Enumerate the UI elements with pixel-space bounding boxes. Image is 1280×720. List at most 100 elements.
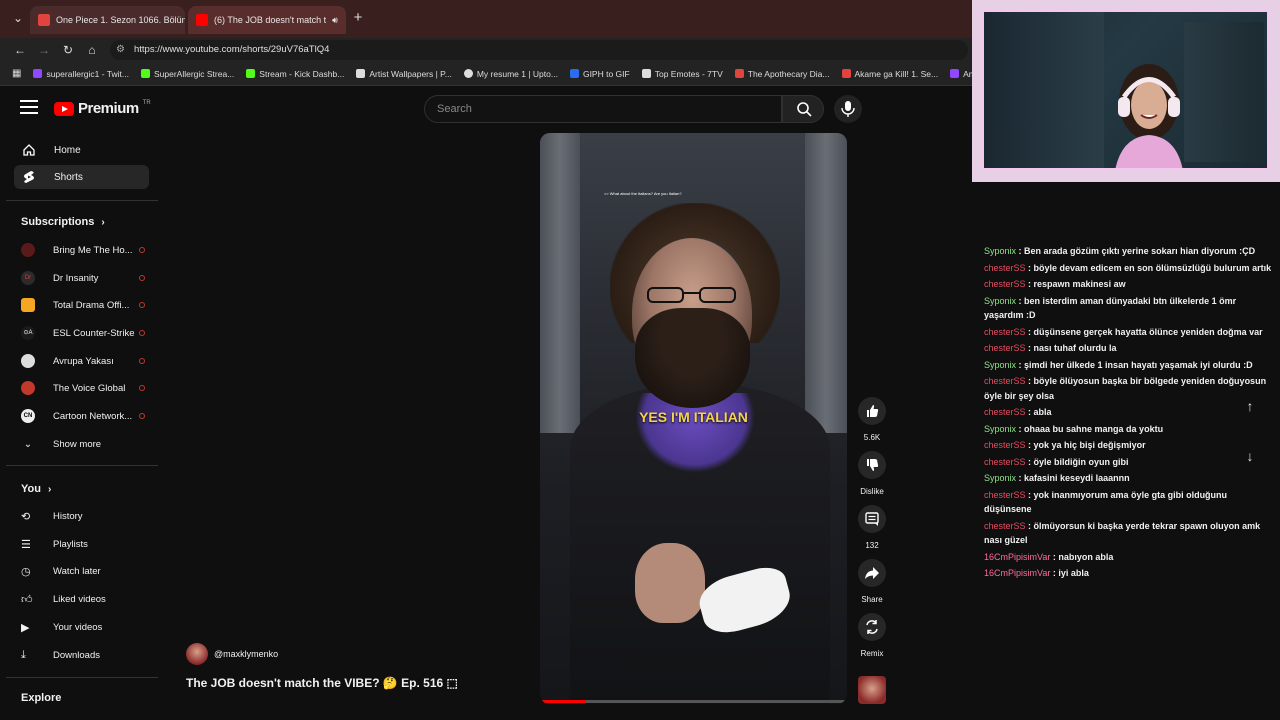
bookmark-label: Amuse	[963, 68, 972, 79]
audio-icon[interactable]: 🔊︎	[332, 15, 338, 26]
scroll-up-icon[interactable]: ↑	[1240, 398, 1260, 418]
comments-button[interactable]	[858, 505, 886, 533]
subscriptions-title: Subscriptions	[21, 216, 95, 228]
scroll-down-icon[interactable]: ↓	[1240, 448, 1260, 468]
url-text: https://www.youtube.com/shorts/29uV76aTl…	[134, 44, 330, 55]
bookmark-label: Stream - Kick Dashb...	[259, 68, 345, 79]
chat-username[interactable]: chesterSS	[984, 263, 1026, 273]
subscription-label: The Voice Global	[53, 382, 126, 394]
menu-icon[interactable]	[20, 100, 38, 116]
subscription-item[interactable]: The Voice Global	[21, 378, 145, 398]
remix-button[interactable]	[858, 613, 886, 641]
search-button[interactable]	[782, 95, 824, 123]
channel-handle[interactable]: @maxklymenko	[214, 649, 278, 659]
chat-username[interactable]: chesterSS	[984, 521, 1026, 531]
channel-info[interactable]: @maxklymenko	[186, 643, 278, 665]
sidebar-item-label: Downloads	[53, 649, 100, 661]
bookmark-item[interactable]: My resume 1 | Upto...	[463, 69, 558, 79]
chat-username[interactable]: chesterSS	[984, 440, 1026, 450]
sidebar-divider	[6, 677, 158, 678]
home-page-icon[interactable]: ⌂	[84, 42, 100, 58]
browser-tab-one-piece[interactable]: One Piece 1. Sezon 1066. Bölüm ✕	[30, 6, 185, 34]
like-button[interactable]	[858, 397, 886, 425]
search-input[interactable]: Search	[424, 95, 782, 123]
chat-username[interactable]: Syponix	[984, 360, 1016, 370]
forward-icon[interactable]: →	[36, 42, 52, 58]
chat-username[interactable]: 16CmPipisimVar	[984, 552, 1050, 562]
youtube-logo[interactable]: Premium TR	[54, 100, 151, 117]
bookmark-item[interactable]: Stream - Kick Dashb...	[246, 69, 344, 79]
subscription-item[interactable]: Dr Dr Insanity	[21, 268, 145, 288]
subscriptions-heading[interactable]: Subscriptions ›	[21, 216, 105, 228]
url-input[interactable]: ⚙ https://www.youtube.com/shorts/29uV76a…	[110, 40, 968, 60]
live-indicator-icon	[139, 247, 145, 253]
tab-search-icon[interactable]: ⌄	[10, 10, 26, 26]
chat-text: : abla	[1025, 407, 1052, 417]
sidebar-item-liked-videos[interactable]: 👍︎ Liked videos	[21, 589, 145, 609]
subscription-label: ESL Counter-Strike	[53, 327, 135, 339]
bookmark-item[interactable]: Top Emotes - 7TV	[641, 69, 723, 79]
sidebar-item-home[interactable]: Home	[14, 138, 149, 162]
bookmark-item[interactable]: Akame ga Kill! 1. Se...	[841, 69, 938, 79]
bookmark-label: SuperAllergic Strea...	[153, 68, 235, 79]
channel-avatar[interactable]	[186, 643, 208, 665]
liked-icon: 👍︎	[21, 593, 33, 606]
video-progress-bar[interactable]	[540, 700, 847, 703]
chat-username[interactable]: 16CmPipisimVar	[984, 568, 1050, 578]
shorts-video-player[interactable]: >> What about the Italians? Are you Ital…	[540, 133, 847, 704]
chat-username[interactable]: Syponix	[984, 424, 1016, 434]
bookmark-label: The Apothecary Dia...	[747, 68, 830, 79]
history-icon: ⟲	[21, 510, 31, 523]
chat-username[interactable]: Syponix	[984, 246, 1016, 256]
sound-thumbnail[interactable]	[858, 676, 886, 704]
reload-icon[interactable]: ↻	[60, 42, 76, 58]
sidebar-item-shorts[interactable]: Shorts	[14, 165, 149, 189]
bookmark-item[interactable]: SuperAllergic Strea...	[140, 68, 235, 79]
sidebar-item-history[interactable]: ⟲ History	[21, 506, 145, 526]
sidebar-item-watch-later[interactable]: ◷ Watch later	[21, 561, 145, 581]
subscription-item[interactable]: ⊙A ESL Counter-Strike	[21, 323, 145, 343]
chat-username[interactable]: chesterSS	[984, 343, 1026, 353]
voice-search-button[interactable]	[834, 95, 862, 123]
subscription-item[interactable]: Total Drama Offi...	[21, 295, 145, 315]
subscription-item[interactable]: Avrupa Yakası	[21, 351, 145, 371]
bookmark-item[interactable]: GIPH to GIF	[569, 69, 630, 79]
subscription-item[interactable]: CN Cartoon Network...	[21, 406, 145, 426]
new-tab-button[interactable]: +	[350, 10, 366, 26]
bookmark-item[interactable]: Artist Wallpapers | P...	[356, 69, 452, 79]
share-button[interactable]	[858, 559, 886, 587]
chat-username[interactable]: chesterSS	[984, 490, 1026, 500]
bookmarks-bar: ▦ superallergic1 - Twit... SuperAllergic…	[0, 62, 972, 86]
site-info-icon[interactable]: ⚙	[116, 40, 125, 60]
dislike-button[interactable]	[858, 451, 886, 479]
logo-text: Premium	[78, 100, 139, 117]
sidebar-item-your-videos[interactable]: ▶ Your videos	[21, 617, 145, 637]
comments-count: 132	[865, 541, 879, 550]
chat-username[interactable]: chesterSS	[984, 279, 1026, 289]
sidebar-item-label: Shorts	[54, 171, 83, 183]
search-icon	[797, 102, 812, 117]
chat-username[interactable]: Syponix	[984, 296, 1016, 306]
bookmark-item[interactable]: The Apothecary Dia...	[734, 68, 830, 79]
chat-username[interactable]: chesterSS	[984, 457, 1026, 467]
sidebar-item-downloads[interactable]: ⤓ Downloads	[21, 645, 145, 665]
subscription-item[interactable]: Bring Me The Ho...	[21, 240, 145, 260]
you-heading[interactable]: You ›	[21, 483, 51, 495]
chat-text: : böyle devam edicem en son ölümsüzlüğü …	[1025, 262, 1272, 273]
video-top-caption: >> What about the Italians? Are you Ital…	[604, 191, 682, 196]
apps-grid-icon[interactable]: ▦	[12, 68, 21, 79]
chat-username[interactable]: chesterSS	[984, 376, 1026, 386]
chat-username[interactable]: chesterSS	[984, 407, 1026, 417]
twitch-icon	[33, 69, 43, 78]
chat-username[interactable]: Syponix	[984, 473, 1016, 483]
video-title[interactable]: The JOB doesn't match the VIBE? 🤔 Ep. 51…	[186, 676, 458, 690]
comment-icon	[865, 512, 879, 526]
bookmark-item[interactable]: Amuse	[950, 69, 972, 79]
thumbs-up-icon	[867, 405, 879, 417]
chat-username[interactable]: chesterSS	[984, 327, 1026, 337]
browser-tab-youtube[interactable]: (6) The JOB doesn't match t 🔊︎ ✕	[188, 6, 346, 34]
sidebar-item-playlists[interactable]: ☰ Playlists	[21, 534, 145, 554]
show-more-button[interactable]: ⌄ Show more	[21, 434, 145, 454]
bookmark-item[interactable]: superallergic1 - Twit...	[33, 69, 129, 79]
back-icon[interactable]: ←	[12, 42, 28, 58]
